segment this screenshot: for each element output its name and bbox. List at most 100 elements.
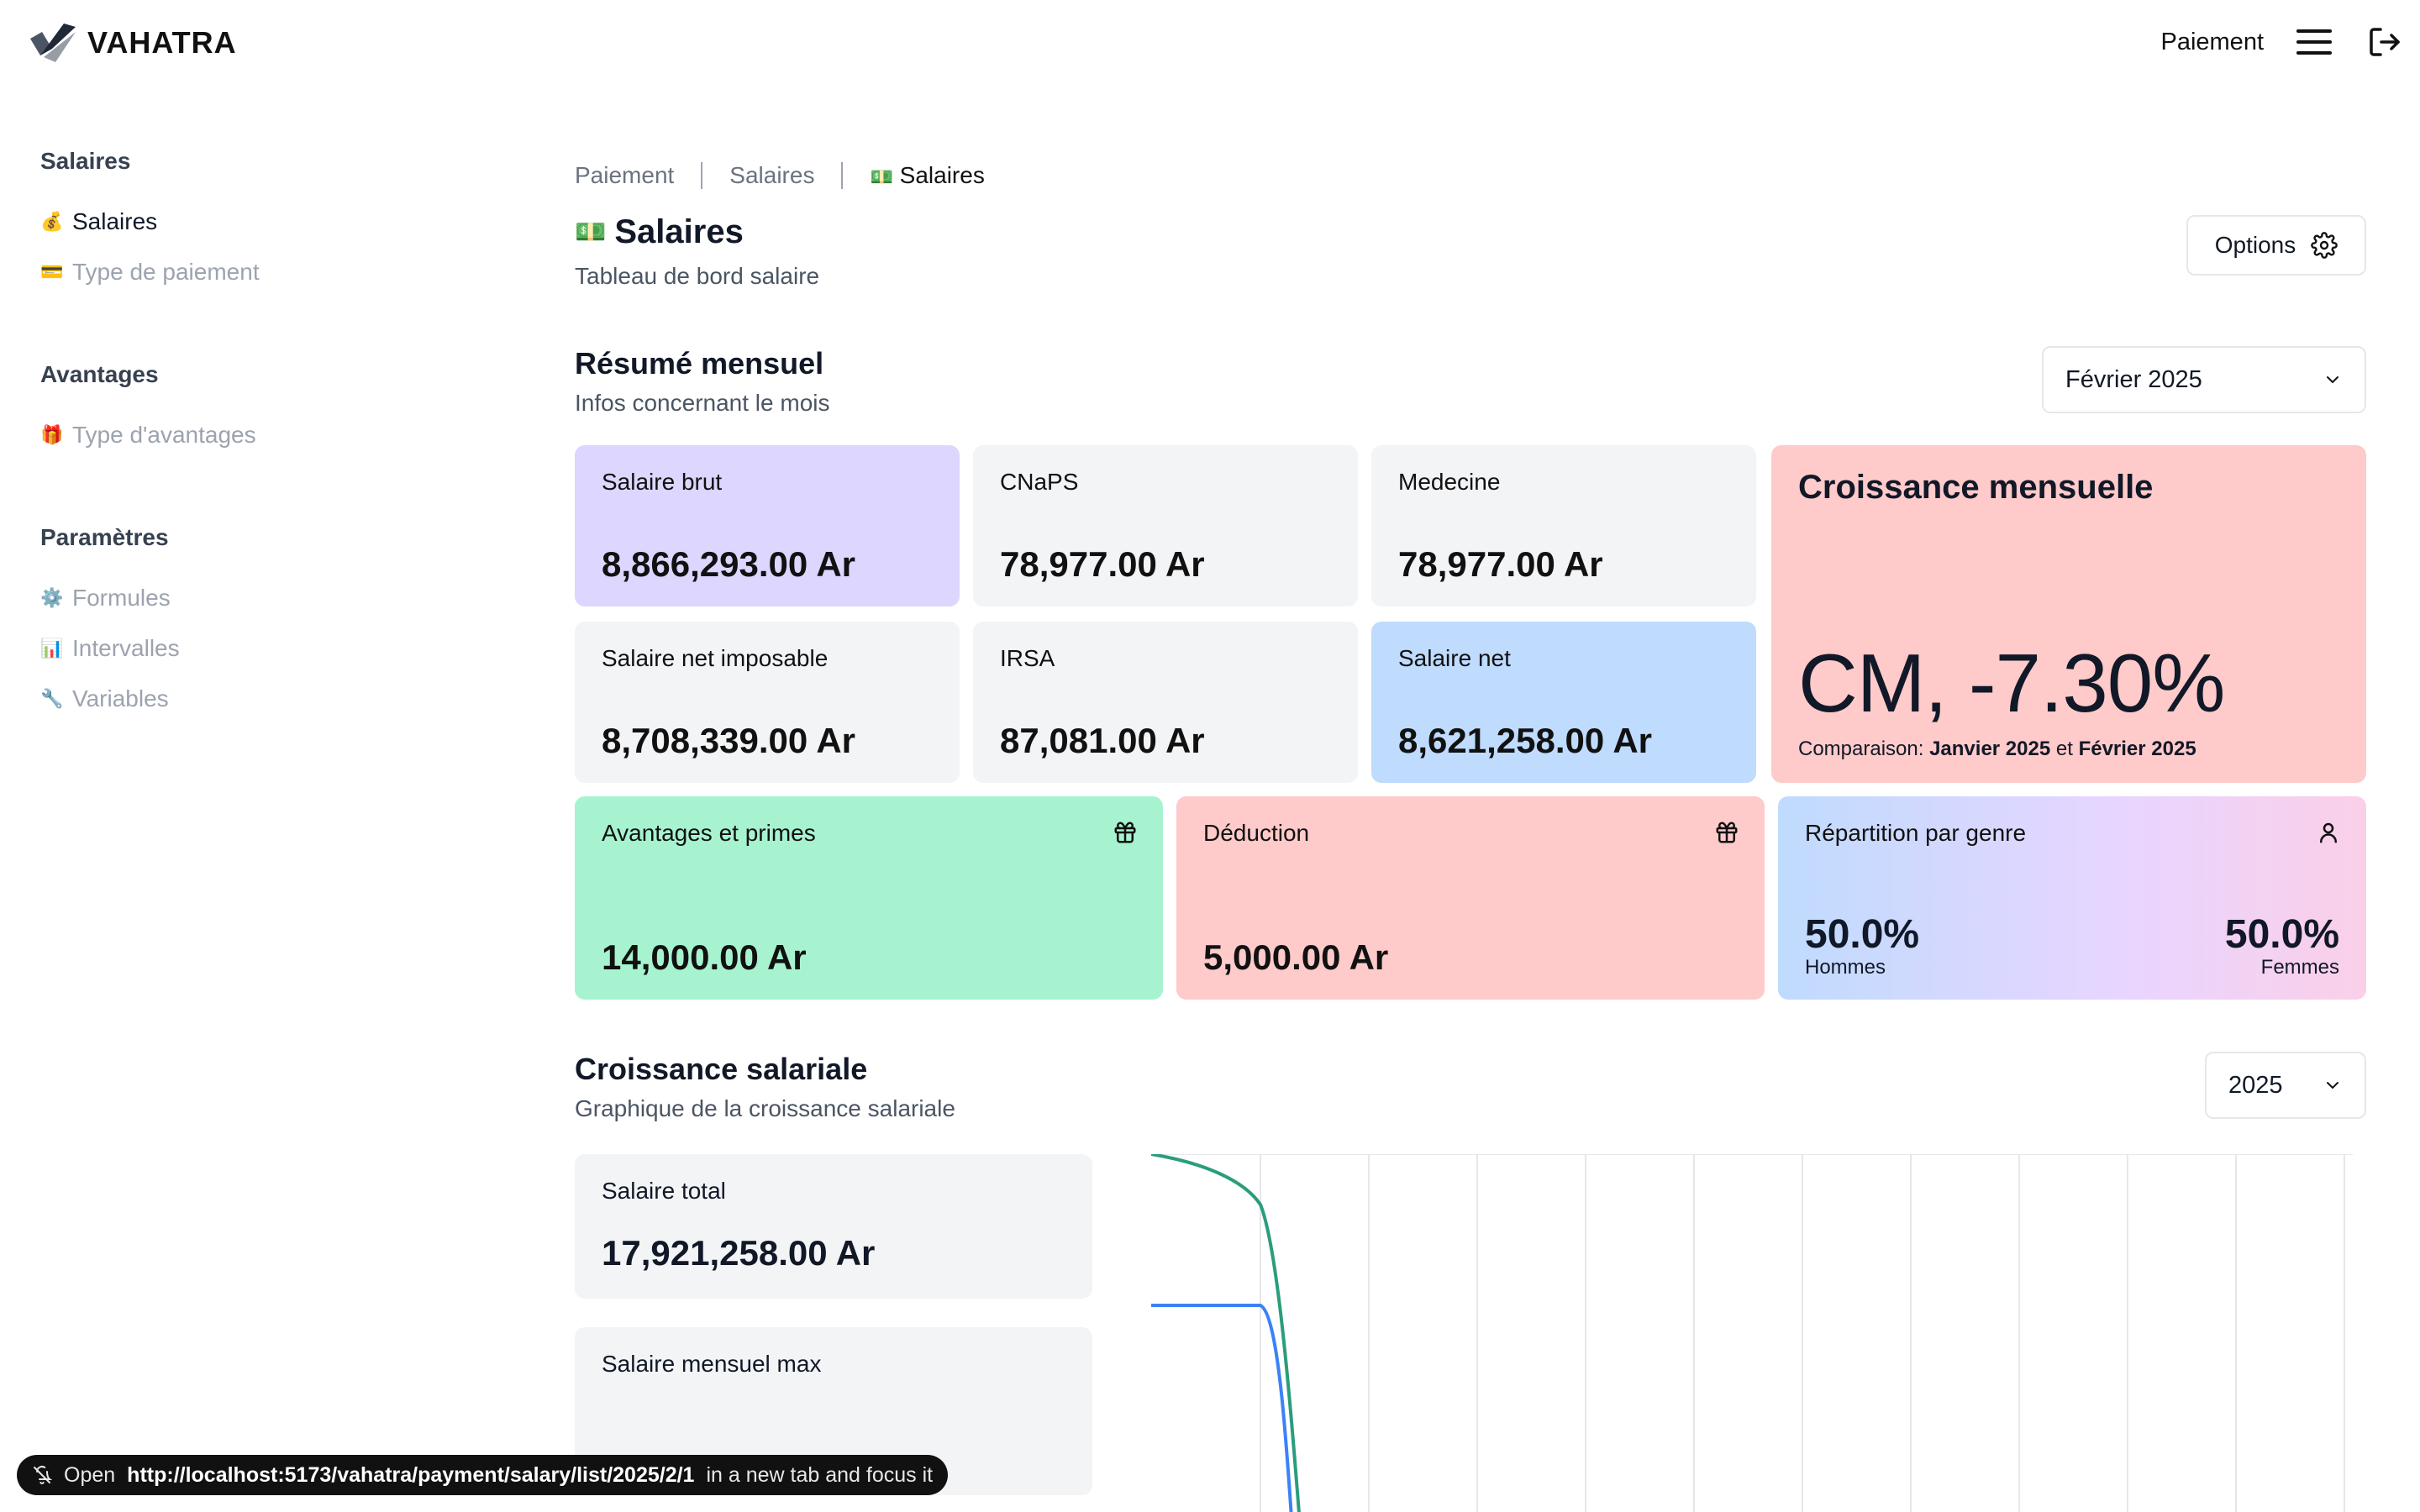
growth-comparison: Comparaison: Janvier 2025 et Février 202…	[1798, 738, 2196, 761]
logout-icon[interactable]	[2365, 22, 2405, 62]
sidebar-section-salaires: Salaires 💰 Salaires 💳 Type de paiement	[40, 148, 427, 297]
card-label: Salaire net imposable	[602, 645, 829, 671]
card-medecine: Medecine 78,977.00 Ar	[1371, 445, 1756, 606]
page-header: 💵 Salaires Tableau de bord salaire Optio…	[575, 213, 2366, 297]
wrench-icon: 🔧	[40, 688, 64, 709]
status-suffix: in a new tab and focus it	[706, 1462, 934, 1487]
sidebar-section-avantages: Avantages 🎁 Type d'avantages	[40, 361, 427, 460]
card-value: 78,977.00 Ar	[1398, 544, 1603, 584]
salary-growth-header: Croissance salariale Graphique de la cro…	[575, 1052, 2366, 1132]
menu-icon[interactable]	[2294, 22, 2334, 62]
sidebar-item-label: Type d'avantages	[72, 422, 256, 448]
sidebar-item-intervalles[interactable]: 📊 Intervalles	[40, 623, 427, 674]
link-status-tooltip: Open http://localhost:5173/vahatra/payme…	[17, 1455, 949, 1495]
card-cnaps: CNaPS 78,977.00 Ar	[973, 445, 1358, 606]
top-bar: VAHATRA Paiement	[0, 0, 2420, 87]
growth-title: Croissance mensuelle	[1798, 469, 2154, 506]
sidebar-item-label: Formules	[72, 585, 171, 611]
page-title: 💵 Salaires	[575, 213, 2366, 251]
brand-name: VAHATRA	[87, 25, 237, 60]
card-value: 87,081.00 Ar	[1000, 721, 1205, 760]
gender-women-label: Femmes	[2260, 956, 2339, 979]
gift-icon: 🎁	[40, 424, 64, 445]
credit-card-icon: 💳	[40, 261, 64, 282]
breadcrumb: Paiement Salaires 💵 Salaires	[575, 148, 2366, 203]
logo-icon	[30, 24, 76, 62]
summary-header: Résumé mensuel Infos concernant le mois …	[575, 346, 2366, 427]
gender-men-label: Hommes	[1805, 956, 1886, 979]
bar-chart-icon: 📊	[40, 638, 64, 659]
breadcrumb-item-paiement[interactable]: Paiement	[575, 162, 674, 189]
dollar-banknote-icon: 💵	[870, 166, 893, 187]
sidebar-section-title: Salaires	[40, 148, 131, 174]
year-select[interactable]: 2025	[2205, 1052, 2366, 1119]
growth-value: CM, -7.30%	[1798, 637, 2225, 729]
chart-series-green	[1151, 1154, 1301, 1512]
card-label: CNaPS	[1000, 469, 1079, 495]
year-select-value: 2025	[2228, 1071, 2283, 1099]
main-content: Paiement Salaires 💵 Salaires 💵 Salaires …	[575, 148, 2366, 1512]
sidebar-item-label: Type de paiement	[72, 259, 260, 285]
growth-cmp-and: et	[2055, 738, 2073, 760]
breadcrumb-current-label: Salaires	[899, 162, 985, 188]
salary-growth-subtitle: Graphique de la croissance salariale	[575, 1095, 955, 1121]
chart-grid	[1151, 1154, 2353, 1512]
sidebar-item-variables[interactable]: 🔧 Variables	[40, 674, 427, 724]
summary-cards: Salaire brut 8,866,293.00 Ar CNaPS 78,97…	[575, 445, 2366, 1001]
card-avantages-primes: Avantages et primes 14,000.00 Ar	[575, 796, 1163, 1000]
sidebar-item-label: Intervalles	[72, 635, 180, 661]
gift-icon	[1716, 822, 1738, 843]
card-salaire-brut: Salaire brut 8,866,293.00 Ar	[575, 445, 960, 606]
growth-cmp-to: Février 2025	[2078, 738, 2196, 760]
sidebar-item-type-avantages[interactable]: 🎁 Type d'avantages	[40, 410, 427, 460]
stat-value: 17,921,258.00 Ar	[602, 1233, 876, 1273]
card-value: 8,708,339.00 Ar	[602, 721, 856, 760]
card-value: 14,000.00 Ar	[602, 937, 807, 977]
dollar-banknote-icon: 💵	[575, 218, 607, 246]
card-salaire-net: Salaire net 8,621,258.00 Ar	[1371, 622, 1756, 783]
app-logo[interactable]: VAHATRA	[30, 24, 237, 62]
status-url: http://localhost:5173/vahatra/payment/sa…	[127, 1462, 695, 1487]
card-label: Medecine	[1398, 469, 1501, 495]
card-label: IRSA	[1000, 645, 1055, 671]
salary-growth-section: Croissance salariale Graphique de la cro…	[575, 1052, 2366, 1512]
growth-cmp-from: Janvier 2025	[1929, 738, 2051, 760]
chevron-down-icon	[2327, 1082, 2338, 1089]
card-label: Salaire net	[1398, 645, 1511, 671]
bell-off-icon	[34, 1466, 52, 1484]
sidebar-section-parametres: Paramètres ⚙️ Formules 📊 Intervalles 🔧 V…	[40, 524, 427, 724]
breadcrumb-current: 💵 Salaires	[870, 162, 984, 189]
salary-growth-chart	[1151, 1154, 2353, 1512]
stat-salaire-total: Salaire total 17,921,258.00 Ar	[575, 1154, 1092, 1299]
card-value: 5,000.00 Ar	[1203, 937, 1389, 977]
breadcrumb-item-salaires[interactable]: Salaires	[729, 162, 814, 189]
sidebar-item-salaires[interactable]: 💰 Salaires	[40, 197, 427, 247]
nav-link-paiement[interactable]: Paiement	[2160, 29, 2264, 56]
page-title-text: Salaires	[614, 213, 744, 250]
sidebar-section-title: Paramètres	[40, 524, 169, 550]
stat-label: Salaire mensuel max	[602, 1351, 822, 1377]
stat-label: Salaire total	[602, 1178, 726, 1204]
options-button[interactable]: Options	[2186, 215, 2366, 276]
gear-icon: ⚙️	[40, 587, 64, 608]
money-bag-icon: 💰	[40, 211, 64, 232]
gift-icon	[1114, 822, 1136, 843]
card-croissance-mensuelle: Croissance mensuelle CM, -7.30% Comparai…	[1771, 445, 2366, 783]
salary-growth-title: Croissance salariale	[575, 1052, 868, 1086]
month-select-value: Février 2025	[2065, 365, 2202, 393]
sidebar-item-type-de-paiement[interactable]: 💳 Type de paiement	[40, 247, 427, 297]
page-subtitle: Tableau de bord salaire	[575, 263, 820, 289]
sidebar-item-formules[interactable]: ⚙️ Formules	[40, 573, 427, 623]
chevron-down-icon	[2327, 376, 2338, 384]
month-select[interactable]: Février 2025	[2042, 346, 2366, 413]
card-label: Salaire brut	[602, 469, 723, 495]
user-icon	[2320, 822, 2337, 843]
gender-women-value: 50.0%	[2224, 912, 2339, 957]
sidebar-item-label: Salaires	[72, 208, 158, 234]
card-value: 8,621,258.00 Ar	[1398, 721, 1653, 760]
sidebar-section-title: Avantages	[40, 361, 159, 387]
gear-icon	[2311, 232, 2338, 259]
sidebar-item-label: Variables	[72, 685, 169, 711]
status-prefix: Open	[64, 1462, 116, 1487]
breadcrumb-separator	[841, 162, 844, 189]
